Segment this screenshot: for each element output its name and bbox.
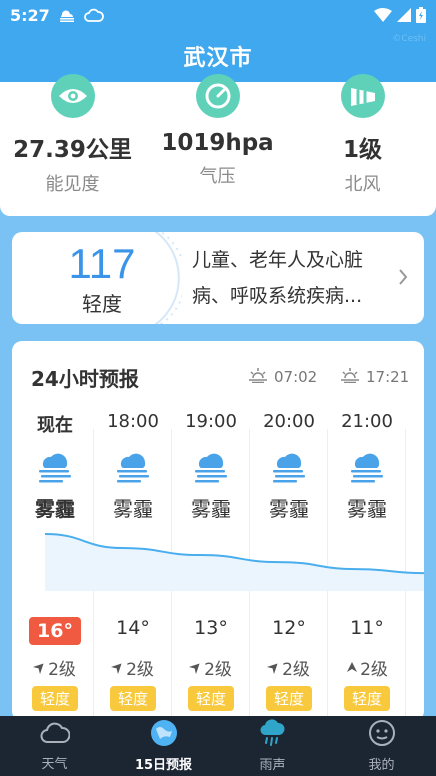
visibility-value: 27.39公里 xyxy=(13,137,132,163)
cloud-status-icon xyxy=(83,7,104,23)
chevron-right-icon[interactable] xyxy=(398,268,408,290)
smiley-icon xyxy=(368,719,396,751)
status-bar: 5:27 xyxy=(0,0,436,30)
cloud-icon xyxy=(40,720,70,750)
visibility-indicator: 27.39公里 能见度 xyxy=(0,74,145,196)
indicator-card: 27.39公里 能见度 1019hpa 气压 1级 北风 xyxy=(0,74,436,216)
wind-label: 北风 xyxy=(344,174,381,195)
wind-indicator: 1级 北风 xyxy=(290,74,435,196)
aqi-gauge-arc xyxy=(154,232,182,324)
haze-status-icon xyxy=(58,8,76,22)
hourly-forecast-card: 24小时预报 07:02 17:21 现在 雾霾 16° 2级 轻度 18:00 雾霾 14°… xyxy=(12,341,424,721)
temperature-curve xyxy=(44,533,424,591)
aqi-card[interactable]: 117 轻度 儿童、老年人及心脏 病、呼吸系统疾病... xyxy=(12,232,424,324)
bottom-nav: 天气 15日预报 雨声 我的 xyxy=(0,716,436,776)
wifi-icon xyxy=(374,8,392,22)
aqi-desc-line2: 病、呼吸系统疾病... xyxy=(192,285,363,307)
pressure-value: 1019hpa xyxy=(161,130,274,156)
wind-value: 1级 xyxy=(342,137,382,163)
status-time: 5:27 xyxy=(10,5,50,25)
signal-icon xyxy=(397,8,411,22)
windsock-icon xyxy=(340,74,385,118)
watermark: ©Ceshi xyxy=(392,34,426,44)
eye-icon xyxy=(50,74,95,118)
nav-mine-label: 我的 xyxy=(368,758,395,773)
gauge-icon xyxy=(195,74,240,118)
city-title[interactable]: 武汉市 xyxy=(183,40,252,72)
globe-icon xyxy=(150,719,178,751)
visibility-label: 能见度 xyxy=(45,174,100,195)
nav-mine[interactable]: 我的 xyxy=(327,716,436,776)
rain-cloud-icon xyxy=(258,719,288,751)
nav-15day-label: 15日预报 xyxy=(134,758,193,773)
pressure-indicator: 1019hpa 气压 xyxy=(145,74,290,188)
battery-icon xyxy=(416,7,426,23)
aqi-desc-line1: 儿童、老年人及心脏 xyxy=(192,249,364,271)
nav-15day[interactable]: 15日预报 xyxy=(109,716,218,776)
nav-weather[interactable]: 天气 xyxy=(0,716,109,776)
nav-rain-label: 雨声 xyxy=(259,758,286,773)
aqi-description: 儿童、老年人及心脏 病、呼吸系统疾病... xyxy=(192,242,400,314)
nav-weather-label: 天气 xyxy=(41,757,68,772)
pressure-label: 气压 xyxy=(199,166,236,187)
nav-rain[interactable]: 雨声 xyxy=(218,716,327,776)
